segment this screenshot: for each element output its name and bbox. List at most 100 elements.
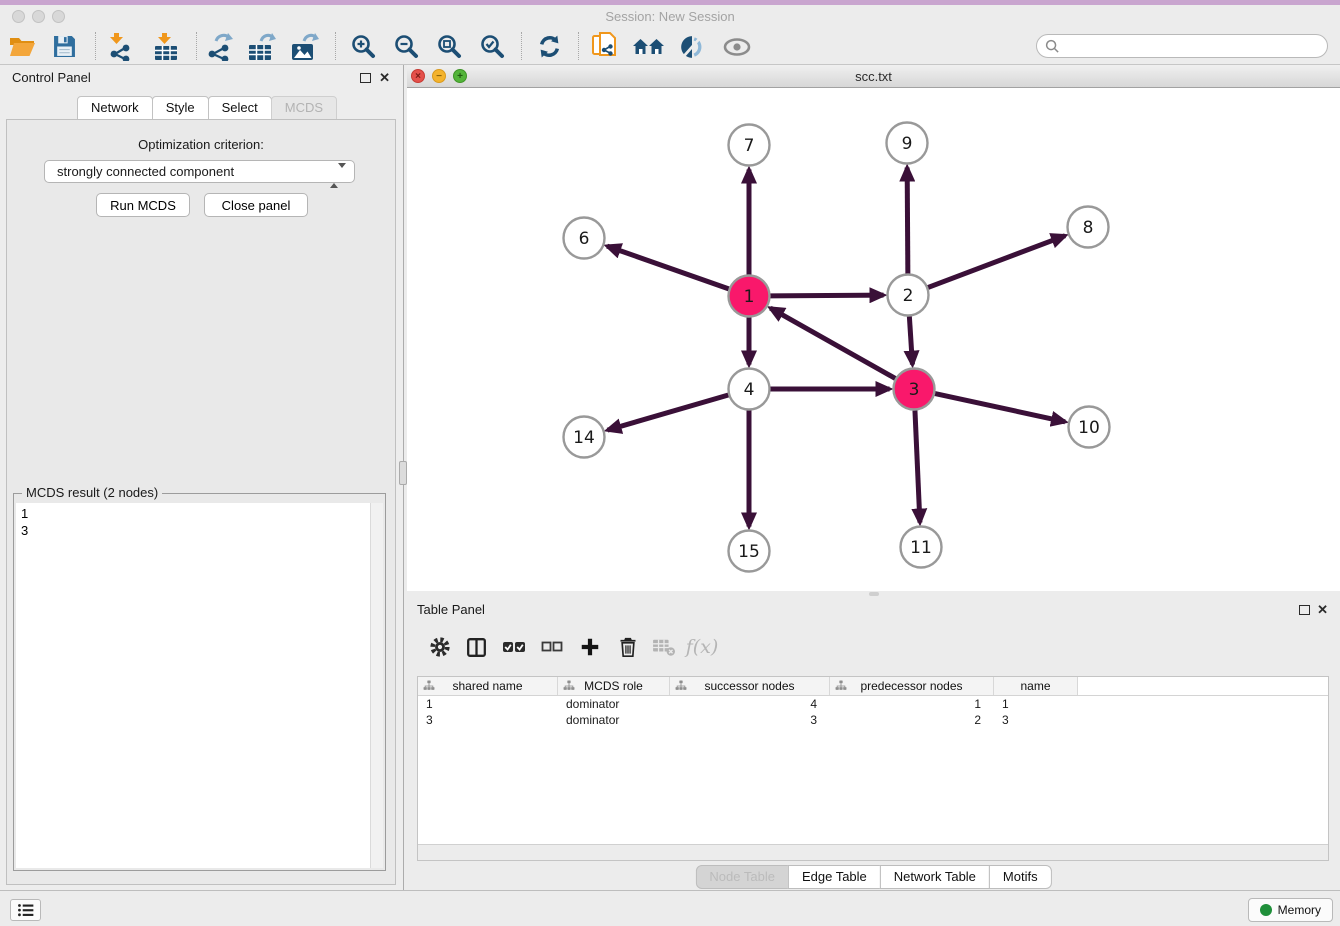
tab-style[interactable]: Style <box>152 96 209 120</box>
add-column-button[interactable] <box>575 633 605 661</box>
save-session-button[interactable] <box>47 31 81 62</box>
split-panel-button[interactable] <box>461 633 491 661</box>
tab-node-table[interactable]: Node Table <box>695 865 789 889</box>
network-canvas[interactable]: 1 2 3 4 6 7 8 9 10 11 14 15 <box>407 88 1340 591</box>
select-all-button[interactable] <box>499 633 529 661</box>
table-panel-title: Table Panel <box>417 602 485 617</box>
memory-button[interactable]: Memory <box>1248 898 1333 922</box>
function-builder-button[interactable]: f(x) <box>687 633 717 661</box>
float-table-panel-icon[interactable] <box>1299 605 1310 615</box>
graph-edge-1-2[interactable] <box>770 295 883 296</box>
panel-splitter[interactable] <box>399 461 407 485</box>
table-cell[interactable]: 1 <box>418 696 558 712</box>
export-image-button[interactable] <box>288 31 322 62</box>
graphics-details-button[interactable] <box>675 31 709 62</box>
mcds-result-area[interactable]: 13 <box>16 503 383 868</box>
graph-node-2[interactable]: 2 <box>888 275 929 316</box>
column-header-successor-nodes[interactable]: successor nodes <box>670 677 830 695</box>
column-header-mcds-role[interactable]: MCDS role <box>558 677 670 695</box>
zoom-fit-button[interactable] <box>432 31 466 62</box>
table-cell[interactable]: 3 <box>994 712 1078 728</box>
export-table-button[interactable] <box>245 31 279 62</box>
graph-edge-1-6[interactable] <box>607 246 729 289</box>
import-table-button[interactable] <box>149 31 183 62</box>
table-row[interactable]: 1dominator411 <box>418 696 1328 712</box>
table-row[interactable]: 3dominator323 <box>418 712 1328 728</box>
import-table-icon <box>153 33 180 61</box>
result-scrollbar[interactable] <box>370 503 383 868</box>
tab-network-table[interactable]: Network Table <box>880 865 990 889</box>
export-network-button[interactable] <box>202 31 236 62</box>
svg-text:4: 4 <box>744 380 755 400</box>
graph-node-14[interactable]: 14 <box>564 417 605 458</box>
graph-edge-2-9[interactable] <box>907 167 908 273</box>
graph-edge-2-8[interactable] <box>928 236 1065 288</box>
open-session-button[interactable] <box>5 31 39 62</box>
table-cell[interactable]: dominator <box>558 712 670 728</box>
float-panel-icon[interactable] <box>360 73 371 83</box>
import-network-button[interactable] <box>102 31 136 62</box>
refresh-button[interactable] <box>532 31 566 62</box>
graph-node-7[interactable]: 7 <box>729 125 770 166</box>
graph-node-1[interactable]: 1 <box>729 276 770 317</box>
zoom-out-button[interactable] <box>389 31 423 62</box>
graph-edge-3-11[interactable] <box>915 410 920 522</box>
criterion-dropdown[interactable]: strongly connected component <box>44 160 355 183</box>
tab-edge-table[interactable]: Edge Table <box>788 865 881 889</box>
search-input[interactable] <box>1060 38 1319 55</box>
search-icon <box>1045 39 1060 54</box>
graph-node-3[interactable]: 3 <box>894 369 935 410</box>
column-label: shared name <box>452 679 522 693</box>
clone-network-button[interactable] <box>588 31 622 62</box>
table-settings-button[interactable] <box>425 633 455 661</box>
tab-select[interactable]: Select <box>208 96 272 120</box>
column-header-predecessor-nodes[interactable]: predecessor nodes <box>830 677 994 695</box>
resize-grip[interactable] <box>869 592 879 596</box>
table-cell[interactable]: 1 <box>994 696 1078 712</box>
zoom-in-button[interactable] <box>346 31 380 62</box>
table-cell[interactable]: 3 <box>670 712 830 728</box>
table-cell[interactable]: 2 <box>830 712 994 728</box>
column-header-shared-name[interactable]: shared name <box>418 677 558 695</box>
tab-mcds[interactable]: MCDS <box>271 96 337 120</box>
delete-column-button[interactable] <box>613 633 643 661</box>
table-cell[interactable]: dominator <box>558 696 670 712</box>
table-cell[interactable]: 4 <box>670 696 830 712</box>
close-table-panel-icon[interactable]: ✕ <box>1317 602 1328 618</box>
graph-node-9[interactable]: 9 <box>887 123 928 164</box>
graph-edge-4-14[interactable] <box>608 395 729 430</box>
zoom-selected-button[interactable] <box>475 31 509 62</box>
graph-edge-3-1[interactable] <box>770 308 895 378</box>
svg-text:7: 7 <box>744 136 755 156</box>
graph-node-10[interactable]: 10 <box>1069 407 1110 448</box>
unselect-all-button[interactable] <box>537 633 567 661</box>
graph-edge-3-10[interactable] <box>935 394 1065 422</box>
tab-motifs[interactable]: Motifs <box>989 865 1052 889</box>
tab-network[interactable]: Network <box>77 96 153 120</box>
delete-table-button[interactable] <box>649 633 679 661</box>
control-panel: Control Panel ✕ NetworkStyleSelectMCDS O… <box>0 65 404 890</box>
graph-node-8[interactable]: 8 <box>1068 207 1109 248</box>
graph-node-6[interactable]: 6 <box>564 218 605 259</box>
graph-node-4[interactable]: 4 <box>729 369 770 410</box>
table-cell[interactable]: 1 <box>830 696 994 712</box>
table-cell[interactable]: 3 <box>418 712 558 728</box>
svg-text:3: 3 <box>909 380 920 400</box>
column-header-name[interactable]: name <box>994 677 1078 695</box>
table-horizontal-scrollbar[interactable] <box>418 844 1328 860</box>
network-overview-button[interactable] <box>632 31 666 62</box>
graph-node-15[interactable]: 15 <box>729 531 770 572</box>
main-titlebar: Session: New Session <box>0 5 1340 28</box>
graph-edge-2-3[interactable] <box>909 316 912 364</box>
close-panel-button[interactable]: Close panel <box>204 193 308 217</box>
svg-text:1: 1 <box>744 287 755 307</box>
control-panel-title: Control Panel <box>12 70 91 85</box>
control-panel-tabs: NetworkStyleSelectMCDS <box>77 96 336 120</box>
graph-node-11[interactable]: 11 <box>901 527 942 568</box>
show-panel-button[interactable] <box>10 899 41 921</box>
close-panel-icon[interactable]: ✕ <box>379 70 390 86</box>
show-hide-panels-button[interactable] <box>720 31 754 62</box>
search-box[interactable] <box>1036 34 1328 58</box>
run-mcds-button[interactable]: Run MCDS <box>96 193 190 217</box>
trash-icon <box>618 636 638 658</box>
